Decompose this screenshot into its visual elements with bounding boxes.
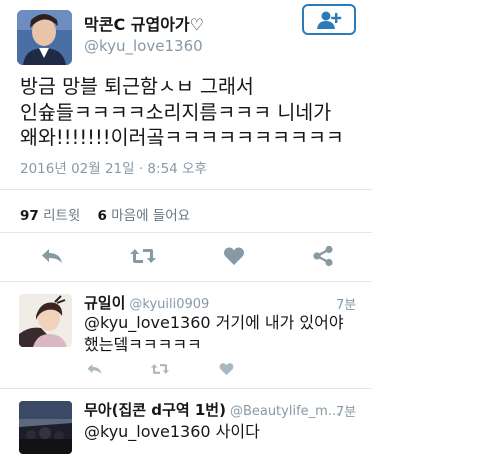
reply-text: @kyu_love1360 사이다 bbox=[84, 421, 260, 443]
reply-handle: @kyuili0909 bbox=[129, 297, 210, 312]
reply-button[interactable] bbox=[37, 243, 67, 269]
retweet-icon bbox=[150, 364, 170, 374]
divider bbox=[0, 281, 372, 282]
reply-handle: @Beautylife_m... bbox=[229, 404, 341, 419]
tweet-text-line: 방금 망블 퇴근함ㅅㅂ 그래서 bbox=[20, 75, 254, 98]
reply-reply-button[interactable] bbox=[83, 360, 105, 378]
reply-text: @kyu_love1360 거기에 내가 있어야 했는뎈ㅋㅋㅋㅋㅋ bbox=[84, 312, 344, 356]
retweet-icon bbox=[130, 249, 156, 263]
reply-time[interactable]: 7분 bbox=[336, 401, 356, 420]
reply-like-button[interactable] bbox=[215, 360, 237, 378]
heart-icon bbox=[223, 247, 245, 265]
reply-icon bbox=[87, 364, 101, 374]
divider bbox=[0, 189, 372, 190]
divider bbox=[0, 232, 372, 233]
follow-button[interactable] bbox=[302, 4, 356, 35]
like-label: 마음에 들어요 bbox=[111, 208, 191, 224]
reply-icon bbox=[42, 249, 62, 263]
reply-text-line: @kyu_love1360 사이다 bbox=[84, 422, 260, 441]
author-name[interactable]: 막콘C 규엽아가♡ bbox=[84, 11, 204, 35]
share-icon bbox=[313, 245, 333, 267]
tweet-text: 방금 망블 퇴근함ㅅㅂ 그래서 인슢들ㅋㅋㅋㅋ소리지름ㅋㅋㅋ 니네가 왜와!!!… bbox=[20, 74, 460, 151]
reply-name: 무아(집콘 d구역 1번) bbox=[84, 401, 226, 419]
reply-author[interactable]: 무아(집콘 d구역 1번) @Beautylife_m... bbox=[84, 399, 340, 420]
reply-retweet-button[interactable] bbox=[149, 360, 171, 378]
author-handle[interactable]: @kyu_love1360 bbox=[84, 37, 203, 55]
tweet-stats: 97 리트윗 6 마음에 들어요 bbox=[20, 204, 190, 224]
retweet-stat[interactable]: 97 리트윗 bbox=[20, 208, 80, 224]
share-button[interactable] bbox=[308, 243, 338, 269]
author-avatar[interactable] bbox=[17, 10, 72, 65]
retweet-count: 97 bbox=[20, 208, 39, 224]
tweet-timestamp[interactable]: 2016년 02월 21일 · 8:54 오후 bbox=[20, 157, 207, 177]
heart-icon bbox=[219, 363, 233, 376]
reply-name: 규일이 bbox=[84, 294, 126, 312]
like-stat[interactable]: 6 마음에 들어요 bbox=[98, 208, 191, 224]
reply-avatar[interactable] bbox=[19, 401, 72, 454]
reply-time[interactable]: 7분 bbox=[336, 294, 356, 313]
retweet-label: 리트윗 bbox=[43, 208, 81, 224]
tweet-text-line: 왜와!!!!!!!이러곸ㅋㅋㅋㅋㅋㅋㅋㅋㅋㅋ bbox=[20, 126, 344, 149]
follow-icon bbox=[317, 11, 342, 29]
like-button[interactable] bbox=[219, 243, 249, 269]
reply-avatar[interactable] bbox=[19, 294, 72, 347]
divider bbox=[0, 388, 372, 389]
tweet-text-line: 인슢들ㅋㅋㅋㅋ소리지름ㅋㅋㅋ 니네가 bbox=[20, 100, 332, 124]
reply-text-line: @kyu_love1360 거기에 내가 있어야 bbox=[84, 313, 344, 332]
reply-author[interactable]: 규일이 @kyuili0909 bbox=[84, 292, 209, 313]
like-count: 6 bbox=[97, 208, 107, 224]
retweet-button[interactable] bbox=[128, 243, 158, 269]
reply-text-line: 했는뎈ㅋㅋㅋㅋㅋ bbox=[84, 335, 202, 354]
